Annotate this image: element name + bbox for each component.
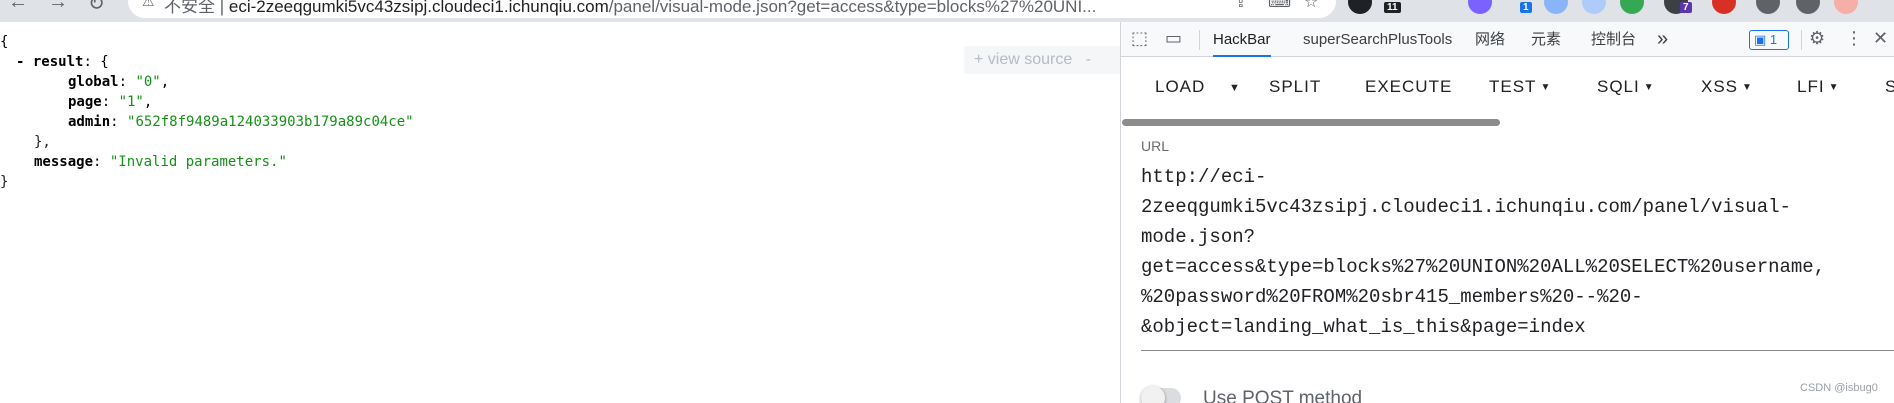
share-icon[interactable]: ⇪ xyxy=(1234,0,1247,12)
json-key-message: message xyxy=(34,154,94,170)
url-line: &object=landing_what_is_this&page=index xyxy=(1141,316,1586,338)
caret-down-icon: ▼ xyxy=(1828,82,1840,93)
json-result-line: - result: { xyxy=(16,54,109,70)
url-line: mode.json? xyxy=(1141,226,1256,248)
view-source-collapse[interactable]: - xyxy=(1086,51,1091,68)
lfi-menu-button[interactable]: LFI ▼ xyxy=(1797,77,1839,97)
xss-label: XSS xyxy=(1701,77,1739,96)
tab-divider xyxy=(1199,30,1200,50)
url-path: /panel/visual-mode.json?get=access&type=… xyxy=(608,0,1097,16)
tab-elements[interactable]: 元素 xyxy=(1531,22,1561,57)
insecure-warning-icon[interactable]: ⚠ xyxy=(142,0,155,10)
json-key-result: result xyxy=(32,54,84,70)
tab-network[interactable]: 网络 xyxy=(1475,22,1505,57)
sqli-label: SQLI xyxy=(1597,77,1640,96)
extension-icon[interactable] xyxy=(1582,0,1606,14)
test-label: TEST xyxy=(1489,77,1537,96)
extension-badge: 7 xyxy=(1680,2,1692,13)
issues-count: 1 xyxy=(1769,32,1778,47)
more-vertical-icon[interactable]: ⋮ xyxy=(1845,28,1863,49)
url-host: eci-2zeeqgumki5vc43zsipj.cloudeci1.ichun… xyxy=(228,0,609,16)
json-close-brace: } xyxy=(0,174,9,190)
more-tabs-icon[interactable]: » xyxy=(1657,22,1668,57)
json-value-admin: "652f8f9489a124033903b179a89c04ce" xyxy=(127,114,414,130)
caret-down-icon: ▼ xyxy=(1540,82,1552,93)
url-line: 2zeeqgumki5vc43zsipj.cloudeci1.ichunqiu.… xyxy=(1141,196,1791,218)
url-line: get=access&type=blocks%27%20UNION%20ALL%… xyxy=(1141,256,1826,278)
issues-badge[interactable]: ▣ 1 xyxy=(1749,30,1789,50)
extension-icon[interactable] xyxy=(1544,0,1568,14)
json-admin-line: admin: "652f8f9489a124033903b179a89c04ce… xyxy=(68,114,414,130)
tab-hackbar[interactable]: HackBar xyxy=(1213,22,1271,57)
address-bar[interactable]: ⚠ 不安全 | eci-2zeeqgumki5vc43zsipj.cloudec… xyxy=(128,0,1336,18)
extension-icon[interactable] xyxy=(1468,0,1492,14)
csdn-watermark: CSDN @isbug0 xyxy=(1800,382,1878,394)
close-icon[interactable]: ✕ xyxy=(1873,28,1888,49)
extension-icon[interactable] xyxy=(1620,0,1644,14)
load-button[interactable]: LOAD xyxy=(1155,77,1205,97)
view-source-button[interactable]: + view source - xyxy=(964,46,1120,74)
json-value-message: "Invalid parameters." xyxy=(109,154,287,170)
profile-avatar-icon[interactable] xyxy=(1834,0,1858,14)
post-method-toggle-knob[interactable] xyxy=(1141,386,1165,403)
extension-badge: 11 xyxy=(1384,2,1401,13)
url-field-underline xyxy=(1141,350,1894,351)
url-textarea[interactable]: http://eci- 2zeeqgumki5vc43zsipj.cloudeci… xyxy=(1141,162,1894,342)
forward-arrow-icon[interactable]: → xyxy=(48,0,68,14)
settings-icon[interactable]: ⚙ xyxy=(1809,28,1825,49)
tab-supersearchplustools[interactable]: superSearchPlusTools xyxy=(1303,22,1452,57)
json-page-line: page: "1", xyxy=(68,94,153,110)
caret-down-icon: ▼ xyxy=(1643,82,1655,93)
side-panel-icon[interactable] xyxy=(1796,0,1820,14)
view-source-label: + view source xyxy=(974,51,1073,68)
extension-badge: 1 xyxy=(1520,2,1532,13)
hackbar-toolbar: LOAD ▼ SPLIT EXECUTE TEST ▼ SQLI ▼ XSS ▼ LF… xyxy=(1121,57,1894,119)
extension-icon[interactable] xyxy=(1712,0,1736,14)
json-message-line: message: "Invalid parameters." xyxy=(34,154,287,170)
json-viewer: { - result: { global: "0", page: "1", ad… xyxy=(0,22,1120,403)
tab-console[interactable]: 控制台 xyxy=(1591,22,1636,57)
url-line: http://eci- xyxy=(1141,166,1267,188)
translate-icon[interactable]: ⌨ xyxy=(1268,0,1291,12)
json-result-close: }, xyxy=(34,134,51,150)
issues-icon: ▣ xyxy=(1754,32,1767,47)
json-value-global: "0" xyxy=(135,74,161,90)
ssti-menu-button[interactable]: S xyxy=(1885,77,1894,97)
json-key-admin: admin xyxy=(68,114,111,130)
sqli-menu-button[interactable]: SQLI ▼ xyxy=(1597,77,1655,97)
json-global-line: global: "0", xyxy=(68,74,170,90)
json-key-page: page xyxy=(68,94,102,110)
collapse-toggle[interactable]: - xyxy=(16,54,24,70)
back-arrow-icon[interactable]: ← xyxy=(8,0,28,14)
json-key-global: global xyxy=(68,74,119,90)
json-value-page: "1" xyxy=(118,94,144,110)
horizontal-scrollbar[interactable] xyxy=(1122,119,1500,126)
browser-toolbar: ← → ↻ ⚠ 不安全 | eci-2zeeqgumki5vc43zsipj.c… xyxy=(0,0,1894,22)
inspect-element-icon[interactable]: ⬚ xyxy=(1131,28,1148,49)
load-dropdown-caret-icon[interactable]: ▼ xyxy=(1229,82,1241,94)
execute-button[interactable]: EXECUTE xyxy=(1365,77,1452,97)
tab-divider xyxy=(1801,30,1802,50)
extension-icon[interactable] xyxy=(1348,0,1372,14)
extensions-puzzle-icon[interactable] xyxy=(1756,0,1780,14)
url-field-label: URL xyxy=(1141,138,1170,154)
post-method-label: Use POST method xyxy=(1203,388,1363,403)
address-bar-text[interactable]: 不安全 | eci-2zeeqgumki5vc43zsipj.cloudeci1… xyxy=(164,0,1096,17)
bookmark-star-icon[interactable]: ☆ xyxy=(1304,0,1318,12)
xss-menu-button[interactable]: XSS ▼ xyxy=(1701,77,1753,97)
devtools-tab-bar: ⬚ ▭ HackBar superSearchPlusTools 网络 元素 控… xyxy=(1121,22,1894,57)
split-button[interactable]: SPLIT xyxy=(1269,77,1321,97)
device-toolbar-icon[interactable]: ▭ xyxy=(1165,28,1182,49)
devtools-panel: ⬚ ▭ HackBar superSearchPlusTools 网络 元素 控… xyxy=(1120,22,1894,403)
url-line: %20password%20FROM%20sbr415_members%20--… xyxy=(1141,286,1643,308)
test-menu-button[interactable]: TEST ▼ xyxy=(1489,77,1551,97)
reload-icon[interactable]: ↻ xyxy=(88,0,105,16)
json-open-brace: { xyxy=(0,34,9,50)
security-label: 不安全 xyxy=(164,0,215,16)
lfi-label: LFI xyxy=(1797,77,1825,96)
caret-down-icon: ▼ xyxy=(1742,82,1753,93)
